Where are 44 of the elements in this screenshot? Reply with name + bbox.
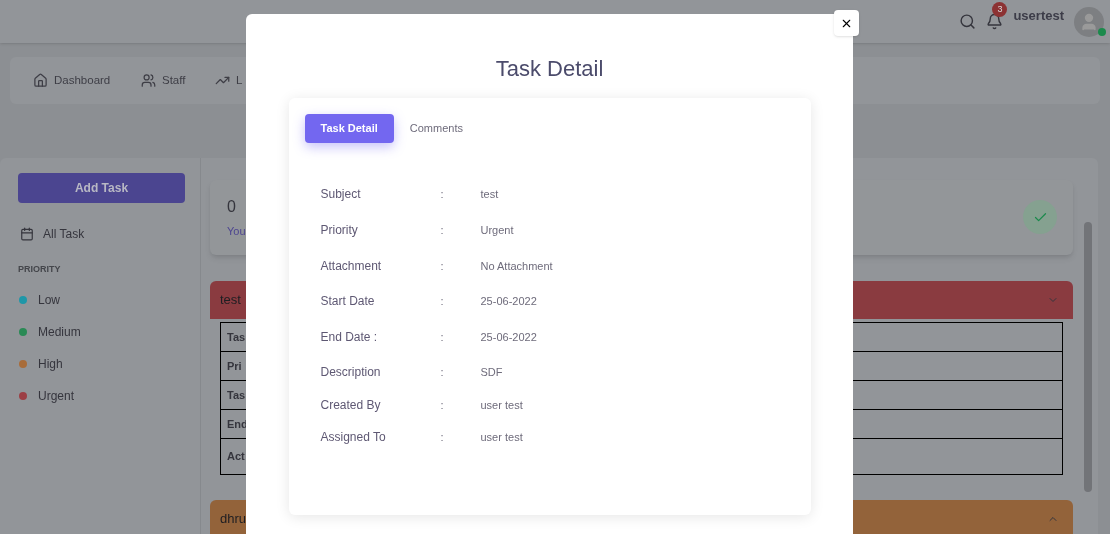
field-label: Priority bbox=[320, 222, 359, 239]
field-value: Urgent bbox=[480, 222, 514, 238]
stat-text: You bbox=[227, 224, 246, 239]
field-separator: : bbox=[440, 186, 445, 202]
add-task-button[interactable]: Add Task bbox=[18, 173, 185, 203]
priority-filter[interactable]: Medium bbox=[38, 322, 81, 341]
stat-count: 0 bbox=[227, 197, 236, 217]
tab[interactable]: Task Detail bbox=[304, 114, 394, 143]
field-separator: : bbox=[440, 293, 445, 309]
priority-filter[interactable]: High bbox=[38, 354, 63, 373]
nav-link[interactable]: Staff bbox=[141, 71, 215, 90]
calendar-icon bbox=[20, 227, 34, 241]
task-title: dhru bbox=[220, 510, 247, 529]
search-icon[interactable] bbox=[959, 13, 977, 30]
field-label: End Date : bbox=[320, 329, 379, 346]
field-label: Description bbox=[320, 364, 382, 381]
home-icon bbox=[33, 73, 48, 88]
users-icon bbox=[141, 73, 156, 88]
field-value: SDF bbox=[480, 364, 503, 380]
field-label: Start Date bbox=[320, 293, 376, 310]
field-value: 25-06-2022 bbox=[480, 329, 537, 345]
field-label: Subject bbox=[320, 186, 362, 203]
person-icon bbox=[1079, 11, 1099, 32]
task-title: test bbox=[220, 291, 241, 310]
bell-icon[interactable] bbox=[986, 13, 1004, 30]
priority-filter[interactable]: Urgent bbox=[38, 386, 75, 405]
tab[interactable]: Comments bbox=[409, 114, 463, 143]
field-value: No Attachment bbox=[480, 258, 553, 274]
nav-link[interactable]: Dashboard bbox=[33, 71, 141, 90]
section-heading: PRIORITY bbox=[18, 263, 62, 276]
all-task-link[interactable]: All Task bbox=[43, 225, 85, 243]
modal-title: Task Detail bbox=[495, 55, 604, 83]
nav-link[interactable]: L bbox=[215, 71, 245, 90]
field-separator: : bbox=[440, 329, 445, 345]
field-separator: : bbox=[440, 364, 445, 380]
notification-badge: 3 bbox=[992, 2, 1008, 17]
priority-filter[interactable]: Low bbox=[38, 290, 60, 309]
username[interactable]: usertest bbox=[1013, 5, 1064, 26]
field-label: Attachment bbox=[320, 258, 383, 275]
close-button[interactable] bbox=[834, 10, 859, 36]
field-value: 25-06-2022 bbox=[480, 293, 537, 309]
field-separator: : bbox=[440, 258, 445, 274]
field-value: test bbox=[480, 186, 499, 202]
field-separator: : bbox=[440, 222, 445, 238]
